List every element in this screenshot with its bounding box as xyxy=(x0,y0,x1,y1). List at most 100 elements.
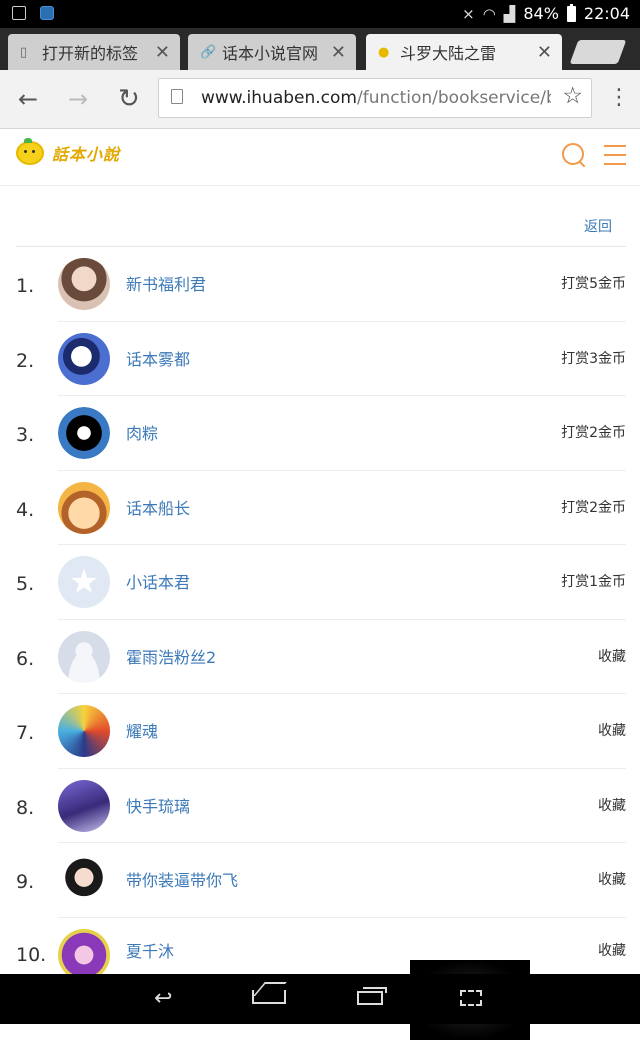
battery-percent: 84% xyxy=(523,4,559,23)
bookmark-star-icon[interactable]: ☆ xyxy=(562,83,583,109)
tab-new-tab[interactable]: ▯ 打开新的标签 ✕ xyxy=(8,34,180,70)
search-icon[interactable] xyxy=(560,141,586,168)
list-item[interactable]: 2. 话本雾都 打赏3金币 xyxy=(16,322,626,396)
reward-text: 打赏2金币 xyxy=(561,425,626,441)
panel-header: 返回 xyxy=(16,186,626,247)
wifi-icon: ◠ xyxy=(482,4,496,23)
username-link[interactable]: 话本雾都 xyxy=(126,346,190,370)
back-icon[interactable]: ↩ xyxy=(154,984,172,1014)
rank-number: 2. xyxy=(16,349,35,372)
rank-number: 1. xyxy=(16,275,35,297)
back-arrow-icon[interactable]: ← xyxy=(18,84,38,114)
avatar[interactable] xyxy=(58,630,110,683)
battery-icon xyxy=(566,3,576,22)
avatar[interactable] xyxy=(58,705,110,757)
reward-text: 收藏 xyxy=(598,872,626,888)
system-indicators: ⨯ ◠ ▟ 84% 22:04 xyxy=(462,3,630,23)
site-header: 話本小說 xyxy=(0,129,640,186)
list-item[interactable]: 8. 快手琉璃 收藏 xyxy=(16,769,626,843)
url-host: www.ihuaben.com xyxy=(201,88,357,108)
username-link[interactable]: 小话本君 xyxy=(126,569,190,593)
reward-text: 打赏1金币 xyxy=(561,574,626,590)
avatar[interactable] xyxy=(58,779,110,832)
list-item[interactable]: 6. 霍雨浩粉丝2 收藏 xyxy=(16,620,626,694)
url-text[interactable]: www.ihuaben.com/function/bookservice/b xyxy=(201,88,551,108)
ranking-panel: 返回 1. 新书福利君 打赏5金币 2. 话本雾都 打赏3金币 3. 肉粽 打赏… xyxy=(16,186,626,992)
status-bar: ⨯ ◠ ▟ 84% 22:04 xyxy=(0,0,640,28)
reward-text: 收藏 xyxy=(598,942,626,959)
avatar[interactable] xyxy=(58,928,110,981)
avatar[interactable] xyxy=(58,332,110,385)
close-icon[interactable]: ✕ xyxy=(155,42,170,63)
tab-title: 打开新的标签 xyxy=(42,44,139,63)
rank-number: 3. xyxy=(16,424,35,446)
url-path: /function/bookservice/b xyxy=(356,88,551,108)
back-link[interactable]: 返回 xyxy=(584,216,612,236)
username-link[interactable]: 新书福利君 xyxy=(126,271,206,295)
overflow-menu-icon[interactable]: ⋮ xyxy=(608,84,630,112)
logo-mascot-icon xyxy=(16,138,44,165)
ranking-list: 1. 新书福利君 打赏5金币 2. 话本雾都 打赏3金币 3. 肉粽 打赏2金币… xyxy=(16,247,626,992)
new-tab-button[interactable] xyxy=(569,40,627,64)
list-item[interactable]: 5. ★ 小话本君 打赏1金币 xyxy=(16,545,626,620)
rank-number: 6. xyxy=(16,647,35,670)
mute-icon: ⨯ xyxy=(462,4,475,23)
avatar[interactable] xyxy=(58,854,110,906)
username-link[interactable]: 肉粽 xyxy=(126,420,158,444)
notification-icons xyxy=(12,6,54,20)
username-link[interactable]: 霍雨浩粉丝2 xyxy=(126,644,216,668)
avatar[interactable] xyxy=(58,407,110,459)
username-link[interactable]: 带你装逼带你飞 xyxy=(126,867,238,891)
tab-title: 斗罗大陆之雷 xyxy=(400,44,497,63)
home-icon[interactable] xyxy=(252,990,286,1004)
list-item[interactable]: 3. 肉粽 打赏2金币 xyxy=(16,396,626,471)
browser-toolbar: ← → ↻ www.ihuaben.com/function/bookservi… xyxy=(0,70,640,129)
clock: 22:04 xyxy=(583,4,630,23)
reward-text: 打赏2金币 xyxy=(561,499,626,516)
close-icon[interactable]: ✕ xyxy=(537,42,552,63)
tab-title: 话本小说官网 xyxy=(222,44,319,63)
app-notification-icon xyxy=(40,6,54,20)
username-link[interactable]: 快手琉璃 xyxy=(126,793,190,817)
username-link[interactable]: 耀魂 xyxy=(126,718,158,742)
tab-official-site[interactable]: 🔗 话本小说官网 ✕ xyxy=(188,34,356,70)
reward-text: 收藏 xyxy=(598,648,626,665)
screenshot-icon[interactable] xyxy=(460,990,482,1006)
image-notification-icon xyxy=(12,6,26,20)
link-icon: 🔗 xyxy=(200,44,217,60)
site-logo[interactable]: 話本小說 xyxy=(16,138,121,165)
list-item[interactable]: 7. 耀魂 收藏 xyxy=(16,694,626,769)
reward-text: 打赏3金币 xyxy=(561,350,626,367)
avatar[interactable] xyxy=(58,258,110,310)
close-icon[interactable]: ✕ xyxy=(331,42,346,63)
signal-icon: ▟ xyxy=(503,4,516,23)
recent-apps-icon[interactable] xyxy=(357,987,387,1005)
reward-text: 收藏 xyxy=(598,723,626,739)
page-icon: ▯ xyxy=(20,44,28,60)
list-item[interactable]: 4. 话本船长 打赏2金币 xyxy=(16,471,626,545)
reward-text: 收藏 xyxy=(598,797,626,814)
forward-arrow-icon[interactable]: → xyxy=(68,84,88,114)
username-link[interactable]: 夏千沐 xyxy=(126,938,174,962)
page-icon xyxy=(171,89,183,104)
username-link[interactable]: 话本船长 xyxy=(126,495,190,519)
rank-number: 10. xyxy=(16,943,47,966)
menu-icon[interactable] xyxy=(604,145,626,172)
reload-icon[interactable]: ↻ xyxy=(118,84,140,114)
reward-text: 打赏5金币 xyxy=(561,276,626,292)
tab-strip: ▯ 打开新的标签 ✕ 🔗 话本小说官网 ✕ ● 斗罗大陆之雷 ✕ xyxy=(0,28,640,70)
address-bar[interactable]: www.ihuaben.com/function/bookservice/b ☆ xyxy=(158,78,592,118)
list-item[interactable]: 9. 带你装逼带你飞 收藏 xyxy=(16,843,626,918)
tab-active-book[interactable]: ● 斗罗大陆之雷 ✕ xyxy=(366,34,562,70)
rank-number: 7. xyxy=(16,722,35,744)
list-item[interactable]: 1. 新书福利君 打赏5金币 xyxy=(16,247,626,322)
site-favicon-icon: ● xyxy=(378,44,390,60)
rank-number: 4. xyxy=(16,498,35,521)
logo-text: 話本小說 xyxy=(52,145,121,164)
rank-number: 9. xyxy=(16,871,35,893)
avatar[interactable] xyxy=(58,481,110,534)
rank-number: 8. xyxy=(16,796,35,819)
rank-number: 5. xyxy=(16,573,35,595)
system-navigation-bar: ↩ xyxy=(0,974,640,1024)
avatar[interactable]: ★ xyxy=(58,556,110,608)
